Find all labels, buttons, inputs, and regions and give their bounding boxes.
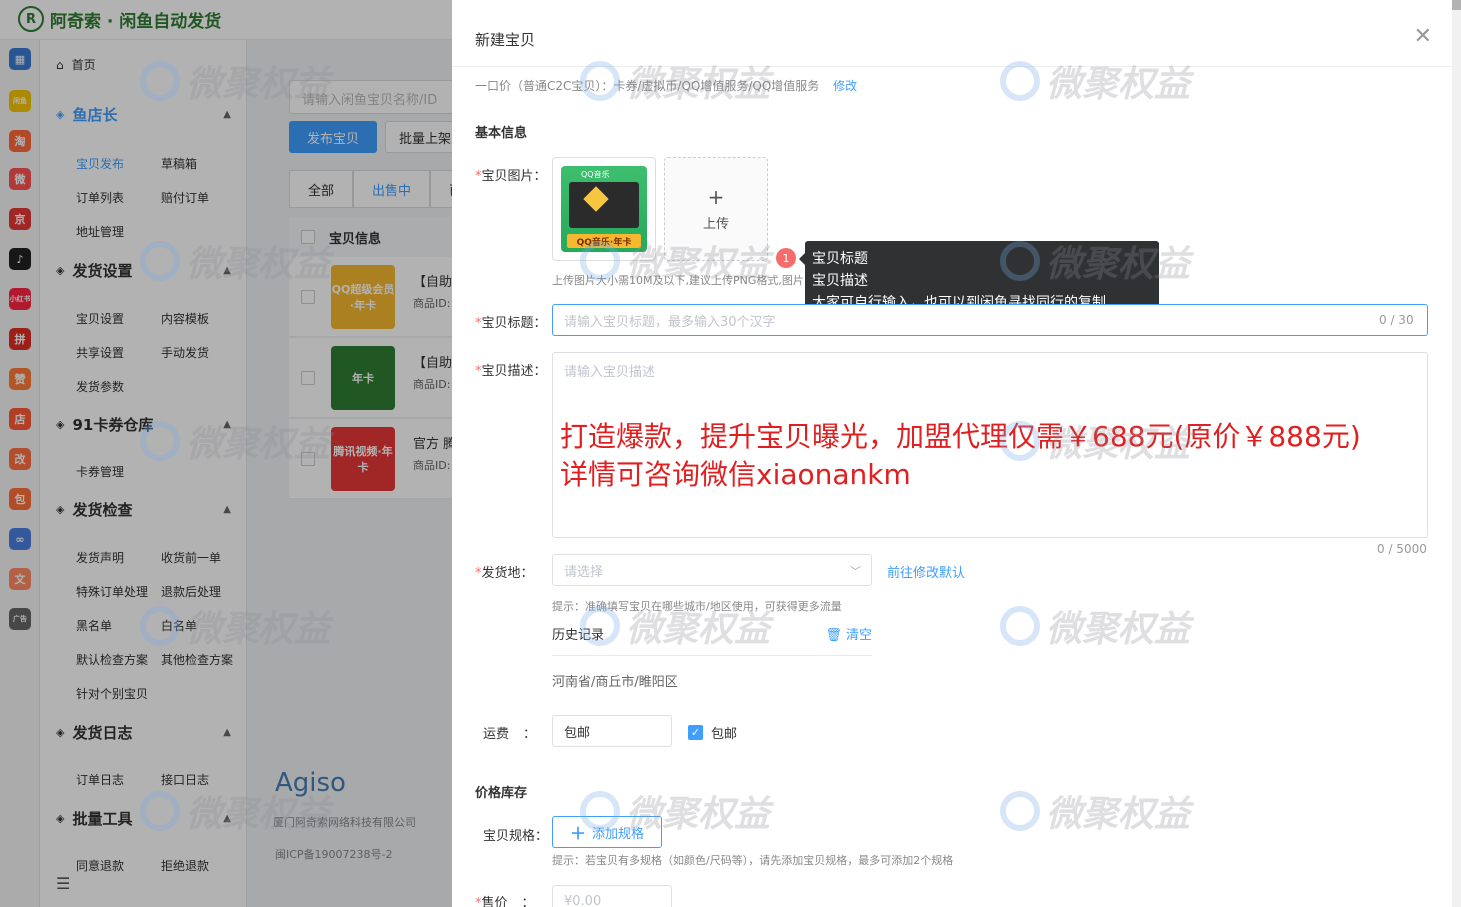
dialog-title: 新建宝贝 <box>475 31 536 49</box>
qq-music-card-image: QQ音乐 QQ音乐·年卡 <box>561 166 647 252</box>
title-label: *宝贝标题： <box>475 316 547 331</box>
tooltip-badge: 1 <box>776 248 796 268</box>
section-basic-info: 基本信息 <box>475 126 528 141</box>
item-image[interactable]: QQ音乐 QQ音乐·年卡 <box>552 157 656 261</box>
freight-label: 运费： <box>483 727 537 742</box>
clear-history-button[interactable]: 🗑 清空 <box>825 624 872 643</box>
edit-category-link[interactable]: 修改 <box>833 79 857 93</box>
trash-icon: 🗑 <box>825 628 842 643</box>
ship-from-select[interactable]: 请选择 ﹀ <box>552 554 872 586</box>
scrollbar[interactable] <box>1452 10 1461 907</box>
category-text: 一口价（普通C2C宝贝）：卡券/虚拟币/QQ增值服务/QQ增值服务 <box>475 79 820 93</box>
free-shipping-checkbox[interactable]: ✓ 包邮 <box>688 723 737 742</box>
chevron-down-icon: ﹀ <box>850 565 861 578</box>
check-icon: ✓ <box>688 725 703 740</box>
sale-price-label: *售价： <box>475 896 535 907</box>
history-title: 历史记录 <box>552 628 605 643</box>
plus-icon: + <box>707 184 725 209</box>
history-item[interactable]: 河南省/商丘市/睢阳区 <box>552 671 678 690</box>
ship-label: *发货地： <box>475 566 534 581</box>
history-header: 历史记录 🗑 清空 <box>552 624 872 656</box>
dialog-header: 新建宝贝 ✕ <box>452 10 1452 67</box>
new-item-dialog: 新建宝贝 ✕ 一口价（普通C2C宝贝）：卡券/虚拟币/QQ增值服务/QQ增值服务… <box>452 10 1452 907</box>
sale-price-input[interactable]: ¥0.00 <box>552 885 672 907</box>
item-title-input[interactable]: 请输入宝贝标题，最多输入30个汉字 <box>552 304 1428 336</box>
add-spec-button[interactable]: ＋ 添加规格 <box>552 816 662 848</box>
category-line: 一口价（普通C2C宝贝）：卡券/虚拟币/QQ增值服务/QQ增值服务 修改 <box>475 77 857 94</box>
upload-image-button[interactable]: + 上传 <box>664 157 768 261</box>
ship-hint: 提示：准确填写宝贝在哪些城市/地区使用，可获得更多流量 <box>552 600 842 613</box>
freight-input[interactable]: 包邮 <box>552 715 672 747</box>
section-price-stock: 价格库存 <box>475 786 528 801</box>
desc-label: *宝贝描述： <box>475 364 547 379</box>
promo-text: 打造爆款，提升宝贝曝光，加盟代理仅需￥688元(原价￥888元) 详情可咨询微信… <box>560 420 1361 491</box>
image-label: *宝贝图片： <box>475 169 547 184</box>
modify-default-link[interactable]: 前往修改默认 <box>887 562 965 581</box>
spec-label: 宝贝规格： <box>483 829 549 844</box>
spec-hint: 提示：若宝贝有多规格（如颜色/尺码等），请先添加宝贝规格，最多可添加2个规格 <box>552 854 954 867</box>
desc-count: 0 / 5000 <box>1377 542 1427 556</box>
plus-icon: ＋ <box>569 824 586 843</box>
modal-mask[interactable] <box>0 0 452 907</box>
close-icon[interactable]: ✕ <box>1414 26 1432 48</box>
title-count: 0 / 30 <box>1379 313 1414 327</box>
